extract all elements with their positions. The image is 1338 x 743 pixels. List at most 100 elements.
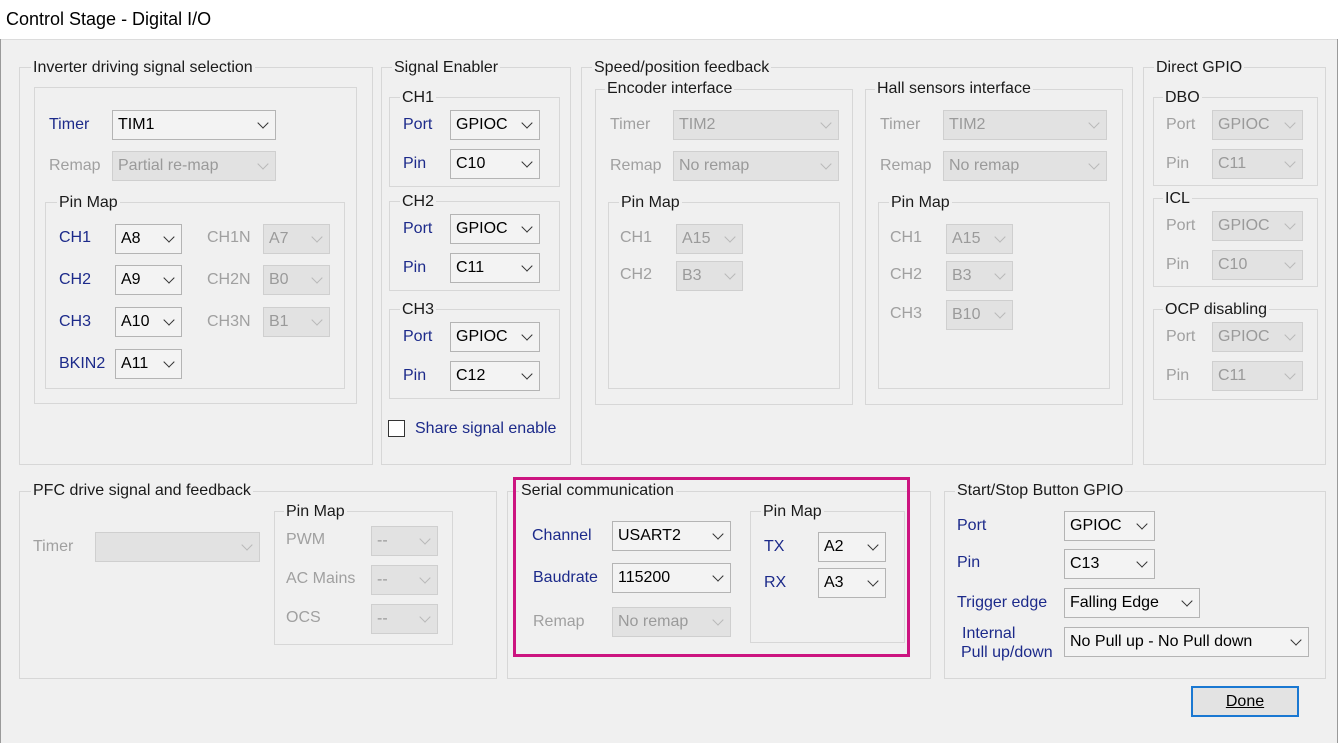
pfc-timer-select [95, 532, 260, 562]
chevron-down-icon [1284, 257, 1296, 269]
se-ch3-port-value: GPIOC [456, 328, 508, 345]
chevron-down-icon [521, 117, 533, 129]
pfc-title: PFC drive signal and feedback [31, 482, 253, 500]
chevron-down-icon [820, 117, 832, 129]
signal-enabler-title: Signal Enabler [392, 59, 501, 77]
share-signal-enable-label[interactable]: Share signal enable [415, 419, 556, 439]
dbo-pin-label: Pin [1166, 155, 1190, 172]
hall-ch2-select: B3 [946, 261, 1013, 291]
se-ch3-port-select[interactable]: GPIOC [450, 322, 540, 352]
chevron-down-icon [311, 314, 323, 326]
inverter-group-title: Inverter driving signal selection [31, 59, 255, 77]
chevron-down-icon [1284, 156, 1296, 168]
chevron-down-icon [163, 314, 175, 326]
encoder-timer-value: TIM2 [679, 116, 716, 133]
hall-title: Hall sensors interface [875, 80, 1033, 98]
hall-ch3-value: B10 [952, 306, 981, 323]
hall-ch3-label: CH3 [890, 305, 923, 322]
dbo-port-label: Port [1166, 116, 1196, 133]
pfc-ocs-select: -- [371, 604, 438, 634]
encoder-ch1-label: CH1 [620, 229, 653, 246]
se-ch1-title: CH1 [400, 89, 437, 107]
inverter-ch3n-value: B1 [269, 313, 289, 330]
startstop-port-value: GPIOC [1070, 517, 1122, 534]
chevron-down-icon [994, 307, 1006, 319]
inverter-timer-value: TIM1 [118, 116, 155, 133]
inverter-remap-label: Remap [49, 157, 101, 174]
inverter-ch1n-label: CH1N [207, 229, 251, 246]
startstop-trigger-select[interactable]: Falling Edge [1064, 588, 1200, 618]
share-signal-enable-checkbox[interactable] [388, 420, 405, 437]
chevron-down-icon [311, 272, 323, 284]
icl-pin-select: C10 [1212, 250, 1303, 280]
chevron-down-icon [1284, 329, 1296, 341]
inverter-ch3n-label: CH3N [207, 313, 251, 330]
se-ch3-port-label: Port [403, 328, 433, 345]
inverter-bkin2-select[interactable]: A11 [115, 349, 182, 379]
chevron-down-icon [994, 268, 1006, 280]
startstop-trigger-value: Falling Edge [1070, 594, 1159, 611]
chevron-down-icon [1136, 556, 1148, 568]
icl-pin-label: Pin [1166, 256, 1190, 273]
inverter-ch2n-label: CH2N [207, 271, 251, 288]
pfc-pwm-select: -- [371, 526, 438, 556]
icl-pin-value: C10 [1218, 256, 1248, 273]
inverter-ch3-select[interactable]: A10 [115, 307, 182, 337]
encoder-ch2-value: B3 [682, 267, 702, 284]
pfc-acmains-select: -- [371, 565, 438, 595]
ocp-pin-label: Pin [1166, 367, 1190, 384]
startstop-pull-select[interactable]: No Pull up - No Pull down [1064, 627, 1309, 657]
pfc-ocs-value: -- [377, 610, 388, 627]
hall-remap-select: No remap [943, 151, 1107, 181]
inverter-ch2-select[interactable]: A9 [115, 265, 182, 295]
icl-port-label: Port [1166, 217, 1196, 234]
encoder-timer-select: TIM2 [673, 110, 839, 140]
se-ch2-port-value: GPIOC [456, 220, 508, 237]
inverter-timer-select[interactable]: TIM1 [112, 110, 276, 140]
window-left-edge [0, 39, 1, 743]
chevron-down-icon [1088, 158, 1100, 170]
startstop-title: Start/Stop Button GPIO [955, 482, 1126, 500]
icl-port-select: GPIOC [1212, 211, 1303, 241]
chevron-down-icon [163, 231, 175, 243]
se-ch2-pin-select[interactable]: C11 [450, 253, 540, 283]
se-ch3-pin-value: C12 [456, 367, 486, 384]
encoder-remap-select: No remap [673, 151, 839, 181]
hall-remap-label: Remap [880, 157, 932, 174]
chevron-down-icon [1088, 117, 1100, 129]
encoder-remap-value: No remap [679, 157, 750, 174]
inverter-ch1n-select: A7 [263, 224, 330, 254]
se-ch2-port-label: Port [403, 220, 433, 237]
inverter-ch3-label: CH3 [59, 313, 92, 330]
ocp-port-label: Port [1166, 328, 1196, 345]
se-ch1-pin-select[interactable]: C10 [450, 149, 540, 179]
se-ch1-port-select[interactable]: GPIOC [450, 110, 540, 140]
chevron-down-icon [419, 611, 431, 623]
done-button[interactable]: Done [1191, 686, 1299, 717]
chevron-down-icon [521, 221, 533, 233]
inverter-ch1-select[interactable]: A8 [115, 224, 182, 254]
chevron-down-icon [1181, 595, 1193, 607]
pfc-pinmap-title: Pin Map [284, 503, 347, 521]
startstop-trigger-label: Trigger edge [957, 594, 1048, 611]
se-ch3-pin-select[interactable]: C12 [450, 361, 540, 391]
dbo-pin-select: C11 [1212, 149, 1303, 179]
hall-ch1-select: A15 [946, 224, 1013, 254]
ocp-port-value: GPIOC [1218, 328, 1270, 345]
startstop-pin-select[interactable]: C13 [1064, 549, 1155, 579]
chevron-down-icon [521, 156, 533, 168]
hall-remap-value: No remap [949, 157, 1020, 174]
se-ch1-pin-label: Pin [403, 155, 427, 172]
se-ch2-pin-value: C11 [456, 259, 485, 276]
hall-pinmap-title: Pin Map [889, 194, 952, 212]
chevron-down-icon [419, 533, 431, 545]
icl-port-value: GPIOC [1218, 217, 1270, 234]
se-ch2-port-select[interactable]: GPIOC [450, 214, 540, 244]
hall-ch2-value: B3 [952, 267, 972, 284]
se-ch1-pin-value: C10 [456, 155, 486, 172]
chevron-down-icon [257, 117, 269, 129]
chevron-down-icon [1136, 518, 1148, 530]
encoder-ch2-select: B3 [676, 261, 743, 291]
hall-ch3-select: B10 [946, 300, 1013, 330]
startstop-port-select[interactable]: GPIOC [1064, 511, 1155, 541]
